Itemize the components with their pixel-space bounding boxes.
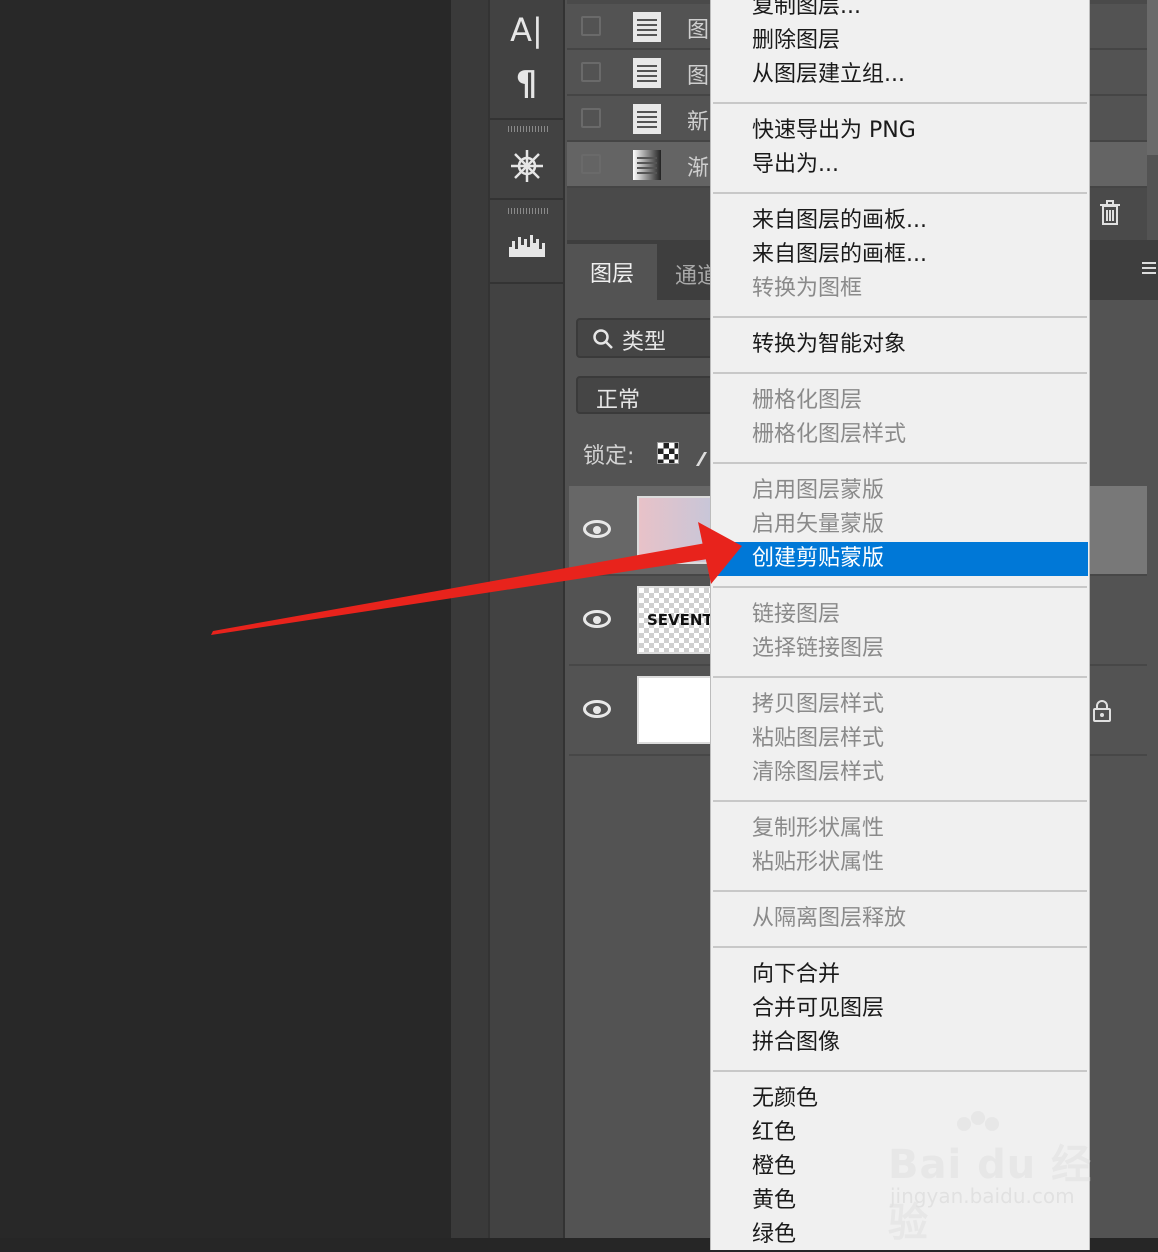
histogram-icon[interactable]: [490, 226, 563, 266]
strip-divider: [490, 198, 563, 200]
grip-handle[interactable]: [508, 126, 548, 132]
menu-separator: [713, 1070, 1087, 1072]
menu-item[interactable]: 合并可见图层: [711, 992, 1089, 1026]
document-icon: [633, 104, 661, 134]
menu-separator: [713, 586, 1087, 588]
menu-separator: [713, 800, 1087, 802]
menu-item[interactable]: 快速导出为 PNG: [711, 114, 1089, 148]
menu-item[interactable]: 粘贴形状属性: [711, 846, 1089, 880]
row-name: 新: [687, 110, 710, 135]
visibility-eye-icon[interactable]: [583, 610, 611, 628]
menu-item[interactable]: 转换为图框: [711, 272, 1089, 306]
menu-item[interactable]: 删除图层: [711, 24, 1089, 58]
layer-context-menu: 复制图层... 删除图层 从图层建立组... 快速导出为 PNG 导出为... 来自图层的…: [710, 0, 1090, 1250]
visibility-eye-icon[interactable]: [583, 700, 611, 718]
menu-item[interactable]: 转换为智能对象: [711, 328, 1089, 362]
tab-layers[interactable]: 图层: [567, 244, 657, 300]
menu-item[interactable]: 粘贴图层样式: [711, 722, 1089, 756]
row-name: 渐: [687, 156, 710, 181]
row-checkbox[interactable]: [581, 108, 601, 128]
menu-separator: [713, 676, 1087, 678]
visibility-eye-icon[interactable]: [583, 520, 611, 538]
menu-separator: [713, 102, 1087, 104]
canvas-edge: [451, 0, 488, 1238]
menu-item[interactable]: 创建剪贴蒙版: [713, 542, 1088, 576]
lock-label: 锁定:: [583, 444, 635, 469]
layer-thumbnail: [637, 496, 713, 564]
menu-item[interactable]: 复制形状属性: [711, 812, 1089, 846]
menu-item[interactable]: 栅格化图层: [711, 384, 1089, 418]
menu-item[interactable]: 栅格化图层样式: [711, 418, 1089, 452]
tool-strip: A| ¶: [488, 0, 565, 1238]
menu-item[interactable]: 从隔离图层释放: [711, 902, 1089, 936]
menu-item[interactable]: 来自图层的画板...: [711, 204, 1089, 238]
menu-item[interactable]: 选择链接图层: [711, 632, 1089, 666]
menu-item[interactable]: 向下合并: [711, 958, 1089, 992]
menu-item[interactable]: 清除图层样式: [711, 756, 1089, 790]
watermark-url: jingyan.baidu.com: [890, 1184, 1075, 1208]
lock-transparent-pixels-icon[interactable]: [657, 442, 679, 464]
strip-divider: [490, 118, 563, 120]
baidu-watermark: Bai du 经验 jingyan.baidu.com: [888, 1110, 1098, 1246]
document-icon: [633, 58, 661, 88]
menu-item[interactable]: 启用矢量蒙版: [711, 508, 1089, 542]
panel-menu-icon[interactable]: [1142, 262, 1156, 276]
blend-mode-select[interactable]: 正常: [576, 376, 726, 414]
layer-filter-select[interactable]: 类型: [576, 318, 726, 358]
row-name: 图: [687, 64, 710, 89]
row-name: 图: [687, 18, 710, 43]
menu-item[interactable]: 来自图层的画框...: [711, 238, 1089, 272]
menu-separator: [713, 890, 1087, 892]
menu-item[interactable]: 从图层建立组...: [711, 58, 1089, 92]
trash-icon[interactable]: [1099, 200, 1121, 226]
document-icon: [633, 12, 661, 42]
menu-item[interactable]: 拷贝图层样式: [711, 688, 1089, 722]
layer-row-selected-area[interactable]: [1090, 486, 1147, 574]
menu-item[interactable]: 复制图层...: [711, 0, 1089, 24]
menu-separator: [713, 462, 1087, 464]
menu-separator: [713, 316, 1087, 318]
lock-icon: [1093, 700, 1111, 722]
blend-mode-value: 正常: [596, 388, 641, 413]
filter-label: 类型: [622, 330, 667, 355]
search-icon: [593, 329, 613, 349]
layer-thumbnail: [637, 676, 713, 744]
type-tool-icon[interactable]: A|: [490, 8, 563, 52]
row-checkbox[interactable]: [581, 62, 601, 82]
scrollbar[interactable]: [1147, 0, 1158, 155]
menu-item[interactable]: 链接图层: [711, 598, 1089, 632]
document-canvas: [0, 0, 451, 1238]
row-checkbox[interactable]: [581, 154, 601, 174]
paragraph-tool-icon[interactable]: ¶: [490, 62, 563, 106]
gradient-icon: [633, 150, 661, 180]
menu-item[interactable]: 拼合图像: [711, 1026, 1089, 1060]
menu-separator: [713, 192, 1087, 194]
menu-separator: [713, 946, 1087, 948]
strip-divider: [490, 282, 563, 284]
grip-handle[interactable]: [508, 208, 548, 214]
menu-separator: [713, 372, 1087, 374]
menu-item[interactable]: 启用图层蒙版: [711, 474, 1089, 508]
row-checkbox[interactable]: [581, 16, 601, 36]
navigator-wheel-icon[interactable]: [490, 142, 563, 190]
menu-item[interactable]: 导出为...: [711, 148, 1089, 182]
layer-thumbnail: SEVENT: [637, 586, 713, 654]
